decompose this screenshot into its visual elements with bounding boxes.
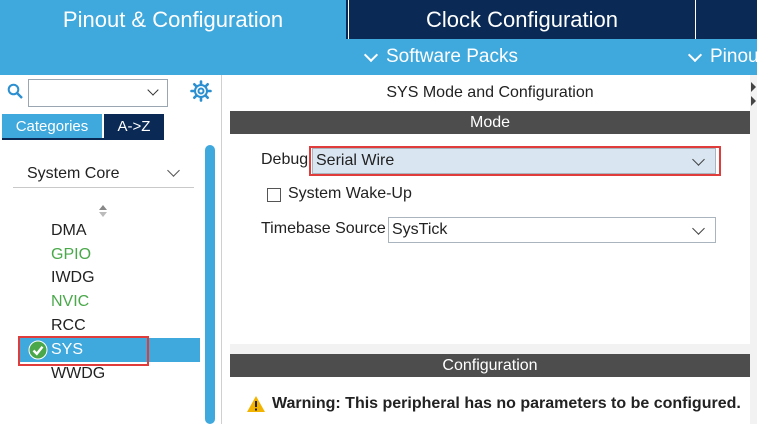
list-item-gpio[interactable]: GPIO: [0, 243, 205, 267]
debug-value: Serial Wire: [316, 152, 395, 169]
gear-icon[interactable]: [190, 80, 212, 102]
tab-a-to-z[interactable]: A->Z: [104, 114, 164, 138]
configuration-section: Warning: This peripheral has no paramete…: [230, 377, 750, 424]
pinout-menu[interactable]: Pinout: [686, 39, 757, 75]
tab-pinout-configuration[interactable]: Pinout & Configuration: [0, 0, 346, 39]
top-tab-bar: Pinout & Configuration Clock Configurati…: [0, 0, 757, 39]
tab-underline: [2, 138, 164, 140]
sub-menu-bar: Software Packs Pinout: [0, 39, 757, 75]
list-item-wwdg[interactable]: WWDG: [0, 362, 205, 386]
pinout-menu-label: Pinout: [710, 46, 757, 67]
item-label: DMA: [51, 221, 87, 239]
mode-section: Debug Serial Wire System Wake-Up Timebas…: [230, 134, 750, 344]
check-icon: [28, 340, 48, 360]
sort-icon[interactable]: [97, 203, 109, 219]
item-label: RCC: [51, 317, 86, 335]
warning-text: Warning: This peripheral has no paramete…: [272, 395, 741, 412]
warning-icon: [247, 396, 265, 412]
system-wakeup-label: System Wake-Up: [288, 185, 412, 202]
panel-scroll-arrows[interactable]: [750, 80, 757, 110]
search-icon[interactable]: [7, 83, 23, 99]
list-item-rcc[interactable]: RCC: [0, 314, 205, 338]
tab-categories[interactable]: Categories: [2, 114, 102, 138]
chevron-down-icon: [167, 164, 180, 177]
configuration-section-header: Configuration: [230, 354, 750, 377]
tab-more[interactable]: [697, 0, 757, 39]
group-label: System Core: [27, 164, 120, 182]
timebase-label: Timebase Source: [261, 220, 386, 237]
software-packs-label: Software Packs: [386, 46, 518, 67]
timebase-value: SysTick: [392, 221, 448, 238]
peripheral-list: DMA GPIO IWDG NVIC RCC SYS WWDG: [0, 219, 205, 386]
list-item-sys[interactable]: SYS: [20, 337, 200, 362]
item-label: NVIC: [51, 293, 90, 311]
warning-message: Warning: This peripheral has no paramete…: [246, 395, 741, 413]
tab-clock-configuration[interactable]: Clock Configuration: [348, 0, 696, 39]
item-label: IWDG: [51, 269, 95, 287]
mode-section-header: Mode: [230, 111, 750, 134]
chevron-down-icon: [692, 222, 705, 235]
item-label: WWDG: [51, 364, 106, 382]
chevron-down-icon: [687, 47, 703, 62]
debug-label: Debug: [261, 151, 309, 168]
system-wakeup-checkbox[interactable]: [267, 188, 281, 202]
group-system-core[interactable]: System Core: [13, 160, 194, 188]
item-label: GPIO: [51, 245, 92, 263]
category-panel: Categories A->Z System Core DMA GPIO IWD…: [0, 75, 222, 424]
section-gap: [230, 344, 757, 354]
panel-title: SYS Mode and Configuration: [230, 75, 750, 111]
list-item-dma[interactable]: DMA: [0, 219, 205, 243]
category-scrollbar[interactable]: [205, 145, 215, 424]
chevron-down-icon: [363, 47, 379, 62]
software-packs-menu[interactable]: Software Packs: [362, 39, 518, 75]
search-combobox[interactable]: [28, 79, 168, 107]
chevron-down-icon[interactable]: [147, 84, 159, 96]
timebase-select[interactable]: SysTick: [388, 217, 716, 243]
debug-select[interactable]: Serial Wire: [312, 148, 716, 174]
sys-config-panel: SYS Mode and Configuration Mode Debug Se…: [230, 75, 757, 424]
list-item-iwdg[interactable]: IWDG: [0, 267, 205, 291]
list-item-nvic[interactable]: NVIC: [0, 290, 205, 314]
search-input[interactable]: [29, 80, 141, 106]
chevron-down-icon: [692, 153, 705, 166]
item-label: SYS: [51, 340, 84, 358]
